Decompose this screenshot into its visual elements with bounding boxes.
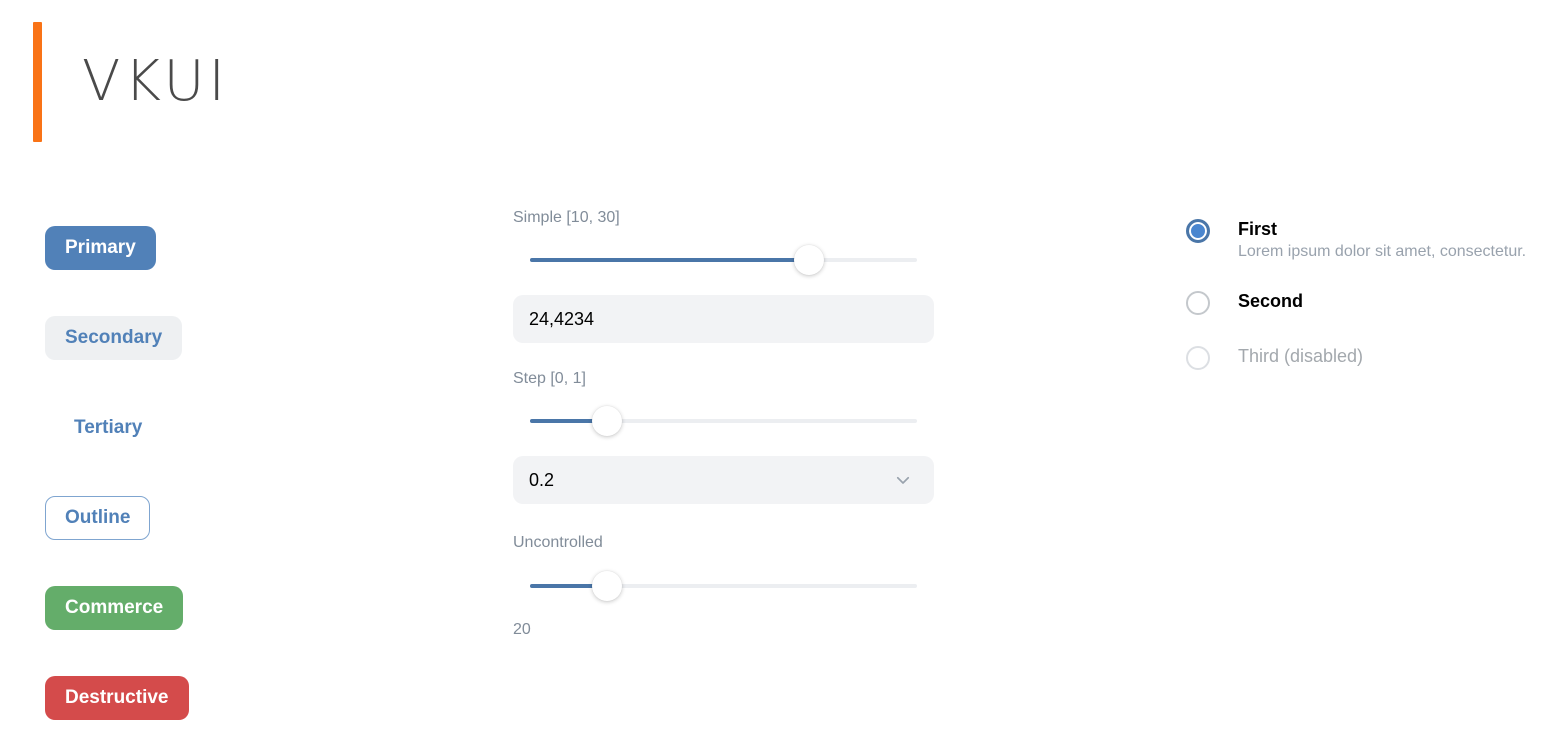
radio-group: First Lorem ipsum dolor sit amet, consec… — [1186, 218, 1546, 370]
slider-simple[interactable] — [513, 241, 917, 279]
radio-option-second[interactable]: Second — [1186, 290, 1546, 315]
button-row-primary: Primary — [45, 226, 305, 316]
radio-third-body: Third (disabled) — [1238, 345, 1363, 367]
button-row-tertiary: Tertiary — [45, 406, 305, 496]
radio-third-label: Third (disabled) — [1238, 345, 1363, 367]
slider-simple-fill — [530, 258, 809, 262]
button-row-secondary: Secondary — [45, 316, 305, 406]
primary-button[interactable]: Primary — [45, 226, 156, 270]
slider-uncontrolled-label: Uncontrolled — [513, 533, 934, 552]
slider-group-uncontrolled: Uncontrolled 20 — [513, 533, 934, 638]
slider-group-step: Step [0, 1] 0.2 — [513, 369, 934, 504]
app-logo: VKUI — [33, 22, 229, 142]
slider-step-label: Step [0, 1] — [513, 369, 934, 388]
page-title: VKUI — [82, 54, 229, 110]
tertiary-button[interactable]: Tertiary — [45, 406, 171, 450]
slider-showcase: Simple [10, 30] 24,4234 Step [0, 1] 0.2 — [513, 208, 934, 639]
chevron-down-icon — [894, 471, 912, 489]
button-row-outline: Outline — [45, 496, 305, 586]
radio-second-body: Second — [1238, 290, 1303, 312]
slider-step-select-value: 0.2 — [529, 470, 894, 491]
slider-simple-value-input[interactable]: 24,4234 — [513, 295, 934, 343]
destructive-button[interactable]: Destructive — [45, 676, 189, 720]
radio-first-description: Lorem ipsum dolor sit amet, consectetur. — [1238, 242, 1526, 262]
radio-icon-unchecked[interactable] — [1186, 291, 1210, 315]
radio-first-label: First — [1238, 218, 1526, 240]
radio-icon-checked[interactable] — [1186, 219, 1210, 243]
button-row-destructive: Destructive — [45, 676, 305, 751]
app-root: VKUI Primary Secondary Tertiary Outline … — [0, 0, 1565, 751]
slider-simple-thumb[interactable] — [794, 245, 824, 275]
slider-group-simple: Simple [10, 30] 24,4234 — [513, 208, 934, 343]
slider-step[interactable] — [513, 402, 917, 440]
button-showcase: Primary Secondary Tertiary Outline Comme… — [45, 226, 305, 751]
logo-accent-bar — [33, 22, 42, 142]
radio-second-label: Second — [1238, 290, 1303, 312]
slider-uncontrolled[interactable] — [513, 567, 917, 605]
outline-button[interactable]: Outline — [45, 496, 150, 540]
secondary-button[interactable]: Secondary — [45, 316, 182, 360]
radio-option-first[interactable]: First Lorem ipsum dolor sit amet, consec… — [1186, 218, 1546, 262]
button-row-commerce: Commerce — [45, 586, 305, 676]
slider-step-thumb[interactable] — [592, 406, 622, 436]
slider-uncontrolled-thumb[interactable] — [592, 571, 622, 601]
radio-icon-disabled — [1186, 346, 1210, 370]
slider-simple-label: Simple [10, 30] — [513, 208, 934, 227]
radio-option-third: Third (disabled) — [1186, 345, 1546, 370]
slider-uncontrolled-value: 20 — [513, 621, 934, 639]
radio-first-body: First Lorem ipsum dolor sit amet, consec… — [1238, 218, 1526, 262]
commerce-button[interactable]: Commerce — [45, 586, 183, 630]
slider-simple-value-text: 24,4234 — [529, 309, 594, 330]
slider-step-select[interactable]: 0.2 — [513, 456, 934, 504]
